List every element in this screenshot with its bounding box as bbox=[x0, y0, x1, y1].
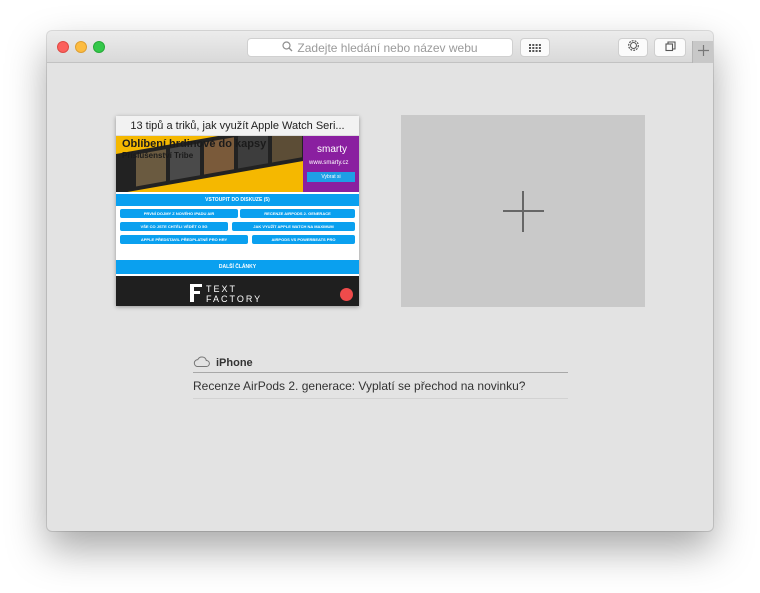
article-links: PRVNÍ DOJMY Z NOVÉHO IPADU AIR RECENZE A… bbox=[116, 206, 359, 260]
zoom-button[interactable] bbox=[93, 41, 105, 53]
minimize-button[interactable] bbox=[75, 41, 87, 53]
logo-text-top: TEXT bbox=[206, 284, 238, 294]
search-icon bbox=[282, 40, 293, 55]
smarty-url: www.smarty.cz bbox=[309, 160, 349, 166]
smarty-cta: Vybrat si bbox=[307, 172, 355, 182]
icloud-tabs-section: iPhone Recenze AirPods 2. generace: Vypl… bbox=[193, 353, 568, 399]
banner-subtitle: Příslušenství Tribe bbox=[122, 151, 194, 160]
cloud-icon bbox=[193, 354, 210, 372]
article-link: VŠE CO JSTE CHTĚLI VĚDĚT O 5G bbox=[120, 222, 228, 231]
notification-bell-icon bbox=[340, 288, 353, 301]
icloud-tab-item[interactable]: Recenze AirPods 2. generace: Vyplatí se … bbox=[193, 373, 568, 399]
settings-button[interactable] bbox=[618, 38, 648, 57]
safari-window: Zadejte hledání nebo název webu 13 tipů … bbox=[47, 31, 713, 531]
article-link: AIRPODS VS POWERBEATS PRO bbox=[252, 235, 355, 244]
ad-banner: Oblíbení hrdinové do kapsy Příslušenství… bbox=[116, 136, 359, 192]
textfactory-mark-icon bbox=[190, 284, 202, 302]
show-all-tabs-button[interactable] bbox=[654, 38, 686, 57]
banner-title: Oblíbení hrdinové do kapsy bbox=[122, 138, 267, 150]
title-bar: Zadejte hledání nebo název webu bbox=[47, 31, 713, 63]
favorite-site-tile[interactable]: 13 tipů a triků, jak využít Apple Watch … bbox=[116, 116, 359, 306]
close-button[interactable] bbox=[57, 41, 69, 53]
top-sites-button[interactable] bbox=[520, 38, 550, 57]
article-link: RECENZE AIRPODS 2. GENERACE bbox=[240, 209, 355, 218]
icloud-device-header: iPhone bbox=[193, 353, 568, 373]
address-search-field[interactable]: Zadejte hledání nebo název webu bbox=[247, 38, 513, 57]
tabs-icon bbox=[664, 39, 676, 57]
plus-icon-vertical bbox=[522, 191, 524, 232]
plus-icon bbox=[697, 43, 709, 61]
discuss-bar: VSTOUPIT DO DISKUZE (5) bbox=[116, 194, 359, 206]
textfactory-logo: TEXT FACTORY bbox=[190, 284, 263, 304]
article-link: PRVNÍ DOJMY Z NOVÉHO IPADU AIR bbox=[120, 209, 238, 218]
new-tab-button[interactable] bbox=[692, 41, 713, 63]
site-footer: TEXT FACTORY bbox=[116, 276, 359, 306]
smarty-ad: smarty www.smarty.cz Vybrat si bbox=[303, 136, 359, 192]
more-articles-bar: DALŠÍ ČLÁNKY bbox=[116, 260, 359, 274]
add-favorite-tile[interactable] bbox=[401, 115, 645, 307]
device-name: iPhone bbox=[216, 356, 253, 369]
logo-text-bottom: FACTORY bbox=[206, 294, 263, 304]
smarty-logo: smarty bbox=[317, 144, 347, 155]
article-link: APPLE PŘEDSTAVIL PŘEDPLATNÉ PRO HRY bbox=[120, 235, 248, 244]
gear-icon bbox=[627, 39, 640, 57]
article-link: JAK VYUŽÍT APPLE WATCH NA MAXIMUM bbox=[232, 222, 355, 231]
tile-title: 13 tipů a triků, jak využít Apple Watch … bbox=[116, 116, 359, 136]
grid-icon bbox=[529, 39, 541, 57]
search-placeholder: Zadejte hledání nebo název webu bbox=[297, 40, 478, 55]
